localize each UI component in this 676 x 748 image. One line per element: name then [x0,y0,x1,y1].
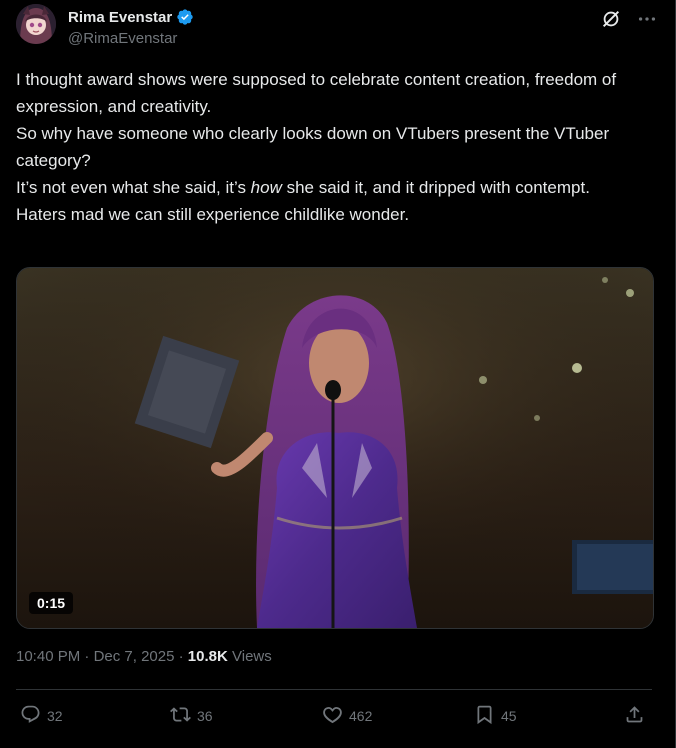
tweet-time[interactable]: 10:40 PM [16,648,80,665]
meta-separator: · [80,648,94,665]
repost-icon [170,704,191,728]
tweet-line: It’s not even what she said, it’s how sh… [16,174,646,201]
repost-count: 36 [197,708,213,724]
tweet-line: Haters mad we can still experience child… [16,205,410,224]
video-frame [17,268,653,628]
video-duration: 0:15 [29,592,74,614]
reply-icon [20,704,41,728]
divider [16,689,652,690]
bookmark-button[interactable]: 45 [474,700,517,732]
like-icon [322,704,343,728]
handle[interactable]: @RimaEvenstar [68,30,177,47]
tweet-line: I thought award shows were supposed to c… [16,70,617,116]
tweet-text-segment: she said it, and it dripped with contemp… [281,178,590,197]
views-count[interactable]: 10.8K [188,648,228,665]
avatar[interactable] [16,4,56,44]
verified-badge-icon[interactable] [176,8,194,26]
share-button[interactable] [624,700,645,732]
bookmark-icon [474,704,495,728]
views-label[interactable]: Views [232,648,272,665]
repost-button[interactable]: 36 [170,700,213,732]
tweet-text-segment: It’s not even what she said, it’s [16,178,251,197]
display-name[interactable]: Rima Evenstar [68,9,172,26]
like-button[interactable]: 462 [322,700,372,732]
more-icon[interactable] [636,8,658,30]
grok-icon[interactable] [600,8,622,30]
tweet-emphasis: how [250,178,282,197]
tweet-header: Rima Evenstar @RimaEvenstar [16,4,660,52]
share-icon [624,704,645,728]
reply-count: 32 [47,708,63,724]
tweet-date[interactable]: Dec 7, 2025 [94,648,175,665]
tweet-line: So why have someone who clearly looks do… [16,124,610,170]
tweet-meta: 10:40 PM · Dec 7, 2025 · 10.8K Views [16,648,272,665]
bookmark-count: 45 [501,708,517,724]
reply-button[interactable]: 32 [20,700,63,732]
like-count: 462 [349,708,373,724]
action-bar: 32 36 462 45 [0,700,676,732]
tweet-text: I thought award shows were supposed to c… [16,66,646,228]
meta-separator: · [174,648,188,665]
video-player[interactable]: 0:15 [16,267,654,629]
